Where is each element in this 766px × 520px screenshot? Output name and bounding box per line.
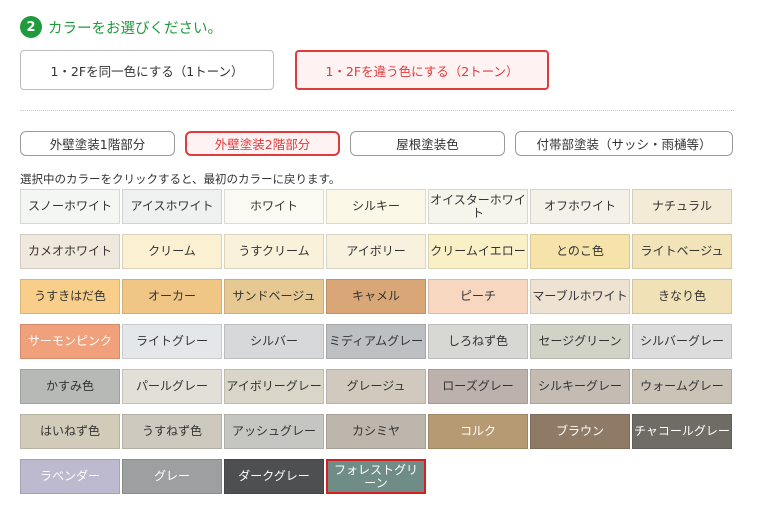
color-swatch[interactable]: キャメル [326, 279, 426, 314]
color-swatch[interactable]: オーカー [122, 279, 222, 314]
color-swatch[interactable]: ミディアムグレー [326, 324, 426, 359]
color-swatch[interactable]: クリーム [122, 234, 222, 269]
color-swatch[interactable]: とのこ色 [530, 234, 630, 269]
color-swatch[interactable]: セージグリーン [530, 324, 630, 359]
color-swatch[interactable]: コルク [428, 414, 528, 449]
instruction-text: 選択中のカラーをクリックすると、最初のカラーに戻ります。 [20, 172, 341, 186]
color-swatch[interactable]: チャコールグレー [632, 414, 732, 449]
color-swatch[interactable]: ホワイト [224, 189, 324, 224]
color-swatch[interactable]: アッシュグレー [224, 414, 324, 449]
color-swatch[interactable]: ピーチ [428, 279, 528, 314]
color-swatch[interactable]: グレー [122, 459, 222, 494]
color-swatch[interactable]: うすねず色 [122, 414, 222, 449]
color-swatch[interactable]: シルキー [326, 189, 426, 224]
color-swatch[interactable]: ライトベージュ [632, 234, 732, 269]
step-title-text: カラーをお選びください。 [48, 20, 222, 37]
color-swatch[interactable]: かすみ色 [20, 369, 120, 404]
tab-roof-color[interactable]: 屋根塗装色 [350, 131, 505, 156]
two-tone-button[interactable]: 1・2Fを違う色にする（2トーン） [295, 50, 549, 90]
color-swatch[interactable]: アイスホワイト [122, 189, 222, 224]
color-swatch[interactable]: シルバー [224, 324, 324, 359]
color-swatch[interactable]: シルキーグレー [530, 369, 630, 404]
color-swatch[interactable]: カメオホワイト [20, 234, 120, 269]
color-swatch[interactable]: サンドベージュ [224, 279, 324, 314]
step-title: 2 カラーをお選びください。 [20, 16, 222, 38]
one-tone-button[interactable]: 1・2Fを同一色にする（1トーン） [20, 50, 274, 90]
step-number-badge: 2 [20, 16, 42, 38]
color-swatch[interactable]: クリームイエロー [428, 234, 528, 269]
color-swatch[interactable]: グレージュ [326, 369, 426, 404]
color-swatch[interactable]: スノーホワイト [20, 189, 120, 224]
color-swatch[interactable]: はいねず色 [20, 414, 120, 449]
color-swatch[interactable]: きなり色 [632, 279, 732, 314]
color-swatch[interactable]: ローズグレー [428, 369, 528, 404]
tab-wall-first-floor[interactable]: 外壁塗装1階部分 [20, 131, 175, 156]
color-swatch[interactable]: オフホワイト [530, 189, 630, 224]
color-swatch[interactable]: ダークグレー [224, 459, 324, 494]
color-swatch[interactable]: うすクリーム [224, 234, 324, 269]
color-swatch[interactable]: アイボリーグレー [224, 369, 324, 404]
color-swatch[interactable]: シルバーグレー [632, 324, 732, 359]
color-swatch[interactable]: ウォームグレー [632, 369, 732, 404]
color-swatch[interactable]: オイスターホワイト [428, 189, 528, 224]
color-swatch[interactable]: しろねず色 [428, 324, 528, 359]
color-swatch-grid: スノーホワイト アイスホワイト ホワイト シルキー オイスターホワイト オフホワイト ナチュ… [20, 189, 734, 495]
color-swatch[interactable]: アイボリー [326, 234, 426, 269]
color-swatch[interactable]: うすきはだ色 [20, 279, 120, 314]
color-swatch[interactable]: サーモンピンク [20, 324, 120, 359]
tab-wall-second-floor[interactable]: 外壁塗装2階部分 [185, 131, 340, 156]
tab-accessory-parts[interactable]: 付帯部塗装（サッシ・雨樋等） [515, 131, 733, 156]
color-swatch[interactable]: ライトグレー [122, 324, 222, 359]
color-swatch[interactable]: ブラウン [530, 414, 630, 449]
color-swatch[interactable]: パールグレー [122, 369, 222, 404]
divider [20, 110, 734, 111]
color-swatch[interactable]: ラベンダー [20, 459, 120, 494]
color-swatch[interactable]: フォレストグリーン [326, 459, 426, 494]
color-swatch[interactable]: カシミヤ [326, 414, 426, 449]
color-swatch[interactable]: ナチュラル [632, 189, 732, 224]
color-swatch[interactable]: マーブルホワイト [530, 279, 630, 314]
